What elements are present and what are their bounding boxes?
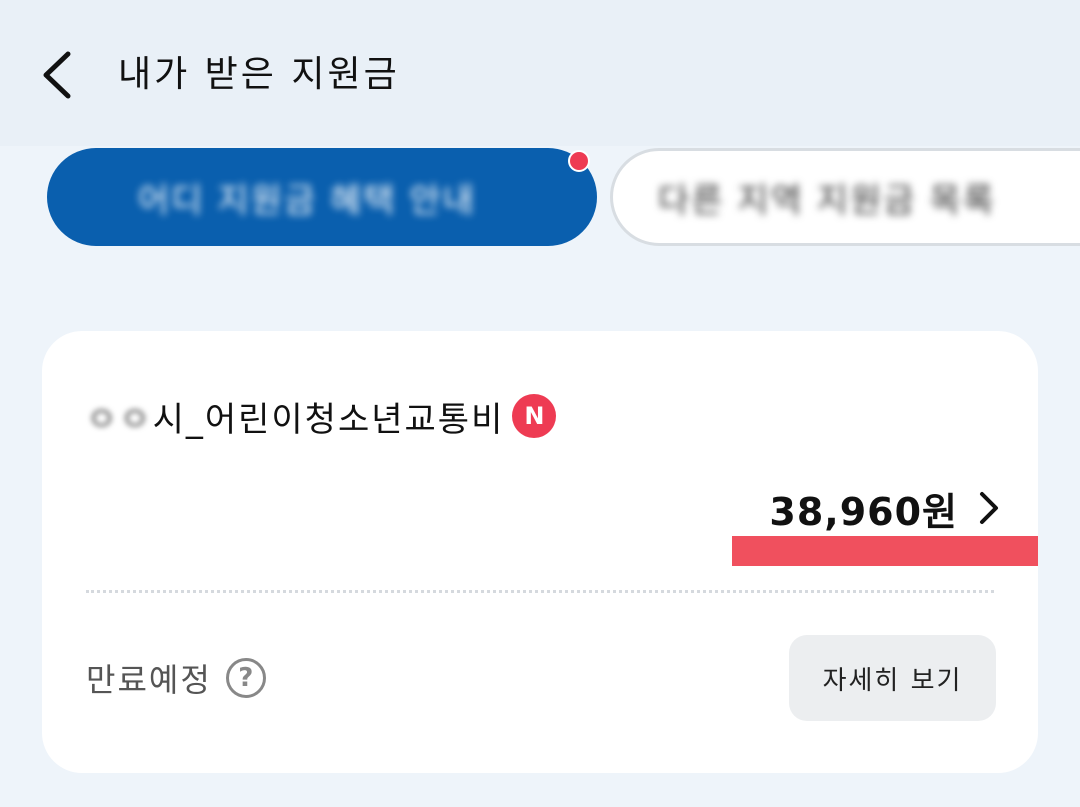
- view-details-button[interactable]: 자세히 보기: [789, 635, 996, 721]
- blurred-region-name: ㅇㅇ: [86, 399, 153, 440]
- chevron-left-icon[interactable]: [36, 50, 80, 100]
- card-title-text: 시_어린이청소년교통비: [152, 399, 505, 440]
- card-title: ㅇㅇ시_어린이청소년교통비: [86, 392, 504, 441]
- notification-dot: [568, 150, 590, 172]
- help-icon[interactable]: ?: [225, 658, 266, 698]
- tab-selected[interactable]: 어디 지원금 혜택 안내: [47, 148, 597, 246]
- tab-label: 다른 지역 지원금 목록: [658, 180, 996, 221]
- tab-unselected[interactable]: 다른 지역 지원금 목록: [610, 148, 1080, 246]
- amount-link[interactable]: 38,960원: [769, 481, 1002, 535]
- tab-label: 어디 지원금 혜택 안내: [138, 180, 476, 221]
- dotted-divider: [86, 590, 994, 593]
- chevron-right-icon: [980, 492, 998, 524]
- subsidy-card: ㅇㅇ시_어린이청소년교통비 N 38,960원 만료예정 ? 자세히 보기: [42, 331, 1038, 773]
- redaction-bar: [732, 536, 1038, 566]
- new-badge: N: [512, 394, 557, 438]
- card-title-row: ㅇㅇ시_어린이청소년교통비 N: [86, 391, 557, 441]
- expiry-row: 만료예정 ?: [86, 656, 266, 700]
- amount-value: 38,960원: [769, 489, 958, 534]
- app-header: 내가 받은 지원금: [0, 0, 1080, 146]
- expiry-label: 만료예정: [86, 661, 212, 699]
- page-title: 내가 받은 지원금: [118, 54, 400, 95]
